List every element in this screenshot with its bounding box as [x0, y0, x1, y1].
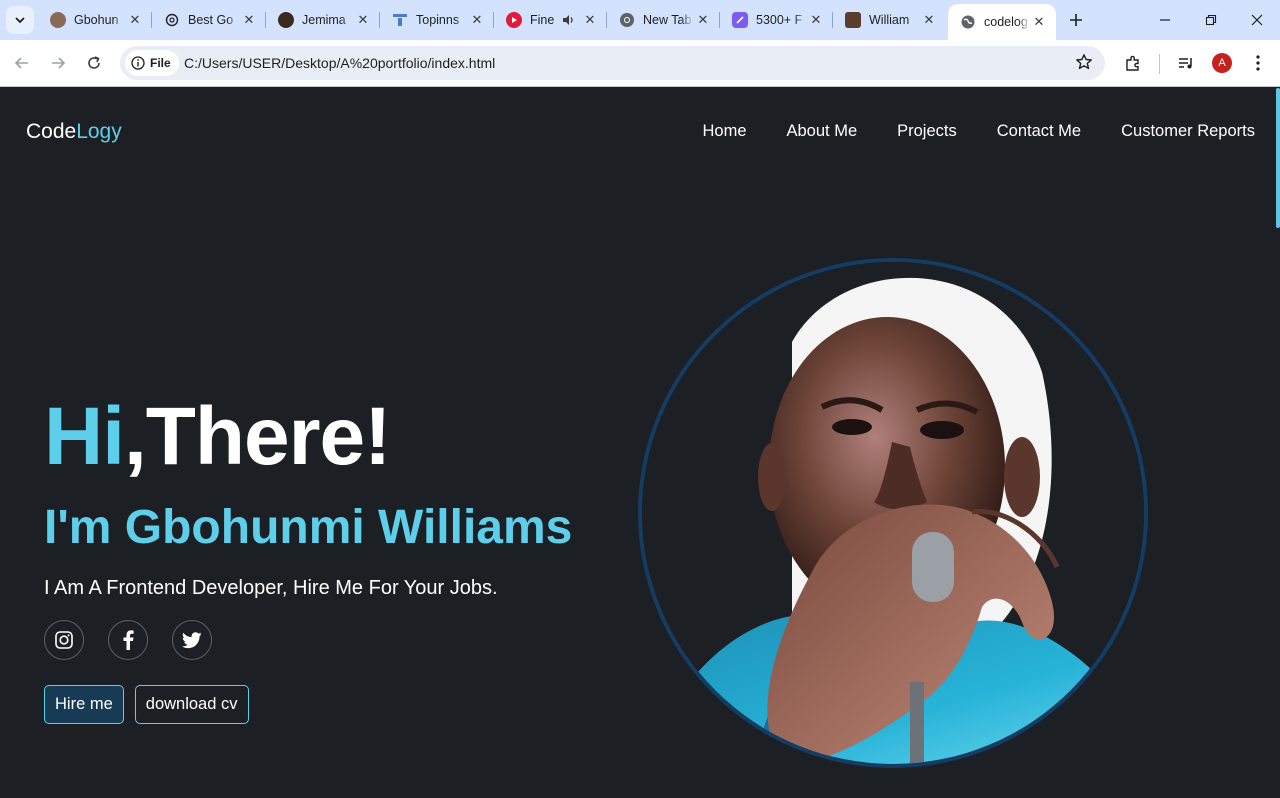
restore-button[interactable]	[1188, 0, 1234, 40]
download-cv-button[interactable]: download cv	[134, 685, 249, 724]
profile-avatar[interactable]: A	[1212, 53, 1232, 73]
close-icon[interactable]: ✕	[1030, 13, 1048, 31]
hero-tagline: I Am A Frontend Developer, Hire Me For Y…	[44, 577, 498, 599]
openai-icon	[164, 12, 180, 28]
twitter-icon	[182, 631, 202, 648]
nav-home[interactable]: Home	[702, 122, 746, 141]
hero-name: I'm Gbohunmi Williams	[44, 501, 573, 554]
tab-title: Fine	[530, 13, 555, 27]
back-button[interactable]	[8, 49, 36, 77]
hero-greeting-rest: ,There!	[124, 391, 391, 482]
minimize-icon	[1160, 19, 1170, 21]
forward-button[interactable]	[44, 49, 72, 77]
tab-strip: Gbohun ✕ Best Go ✕ Jemima ✕ Topinns ✕ Fi…	[0, 0, 1280, 40]
tab-title: Jemima	[302, 13, 346, 27]
page-content: CodeLogy Home About Me Projects Contact …	[0, 88, 1280, 798]
hire-me-button[interactable]: Hire me	[44, 685, 124, 724]
close-icon[interactable]: ✕	[694, 11, 712, 29]
restore-icon	[1205, 14, 1217, 26]
facebook-link[interactable]	[108, 620, 148, 660]
user-avatar-icon	[50, 12, 66, 28]
user-avatar-icon	[845, 12, 861, 28]
close-icon[interactable]: ✕	[240, 11, 258, 29]
nav-about-me[interactable]: About Me	[787, 122, 858, 141]
site-info-chip[interactable]: File	[125, 50, 179, 76]
close-window-button[interactable]	[1234, 0, 1280, 40]
close-icon[interactable]: ✕	[126, 11, 144, 29]
twitter-link[interactable]	[172, 620, 212, 660]
more-menu-icon[interactable]	[1247, 52, 1269, 74]
logo-text-part2: Logy	[76, 120, 122, 143]
close-icon[interactable]: ✕	[920, 11, 938, 29]
tab-2[interactable]: Jemima ✕	[266, 0, 380, 40]
address-bar[interactable]: File C:/Users/USER/Desktop/A%20portfolio…	[120, 46, 1105, 80]
info-icon	[131, 56, 145, 70]
tab-0[interactable]: Gbohun ✕	[38, 0, 152, 40]
main-nav: Home About Me Projects Contact Me Custom…	[702, 122, 1255, 141]
media-control-icon[interactable]	[1175, 52, 1197, 74]
tab-title: William	[869, 13, 910, 27]
close-icon	[1251, 14, 1263, 26]
site-logo[interactable]: CodeLogy	[26, 120, 122, 144]
tab-3[interactable]: Topinns ✕	[380, 0, 494, 40]
tab-title: Best Go	[188, 13, 234, 27]
chevron-down-icon	[15, 17, 25, 24]
reload-icon	[88, 56, 100, 69]
new-tab-button[interactable]	[1064, 8, 1088, 32]
nav-projects[interactable]: Projects	[897, 122, 957, 141]
social-links	[44, 620, 212, 660]
tab-1[interactable]: Best Go ✕	[152, 0, 266, 40]
extensions-icon[interactable]	[1122, 52, 1144, 74]
url-text[interactable]: C:/Users/USER/Desktop/A%20portfolio/inde…	[184, 55, 495, 71]
app-icon	[732, 12, 748, 28]
tab-search-button[interactable]	[6, 6, 34, 34]
tab-title: Gbohun	[74, 13, 119, 27]
nav-contact-me[interactable]: Contact Me	[997, 122, 1081, 141]
plus-icon	[1070, 14, 1082, 26]
logo-text-part1: Code	[26, 120, 77, 143]
close-icon[interactable]: ✕	[581, 11, 599, 29]
globe-icon	[960, 14, 976, 30]
profile-photo-illustration	[642, 262, 1144, 764]
chrome-icon	[619, 12, 635, 28]
tab-4[interactable]: Fine ✕	[494, 0, 607, 40]
user-avatar-icon	[278, 12, 294, 28]
nav-customer-reports[interactable]: Customer Reports	[1121, 122, 1255, 141]
arrow-right-icon	[52, 57, 66, 69]
tab-title: New Tab	[643, 13, 692, 27]
tab-6[interactable]: 5300+ F ✕	[720, 0, 833, 40]
browser-toolbar: File C:/Users/USER/Desktop/A%20portfolio…	[0, 40, 1280, 87]
scrollbar[interactable]	[1276, 88, 1280, 228]
profile-photo	[638, 258, 1148, 768]
arrow-left-icon	[14, 57, 28, 69]
tab-5[interactable]: New Tab ✕	[607, 0, 720, 40]
minimize-button[interactable]	[1142, 0, 1188, 40]
bookmark-star-icon[interactable]	[1075, 53, 1093, 76]
tab-title: codelog	[984, 15, 1028, 29]
tab-8-active[interactable]: codelog ✕	[948, 4, 1056, 40]
toolbar-divider	[1159, 54, 1160, 74]
tab-title: Topinns	[416, 13, 460, 27]
close-icon[interactable]: ✕	[807, 11, 825, 29]
hero-buttons: Hire me download cv	[44, 685, 249, 724]
close-icon[interactable]: ✕	[354, 11, 372, 29]
reload-button[interactable]	[80, 49, 108, 77]
instagram-icon	[55, 631, 73, 649]
instagram-link[interactable]	[44, 620, 84, 660]
hero-greeting: Hi,There!	[44, 390, 391, 484]
youtube-music-icon	[506, 12, 522, 28]
hero-greeting-highlight: Hi	[44, 391, 125, 482]
tab-title: 5300+ F	[756, 13, 803, 27]
facebook-icon	[123, 630, 134, 650]
site-info-label: File	[150, 56, 171, 70]
topinns-icon	[392, 12, 408, 28]
close-icon[interactable]: ✕	[468, 11, 486, 29]
speaker-icon[interactable]	[561, 13, 575, 27]
tab-7[interactable]: William ✕	[833, 0, 946, 40]
